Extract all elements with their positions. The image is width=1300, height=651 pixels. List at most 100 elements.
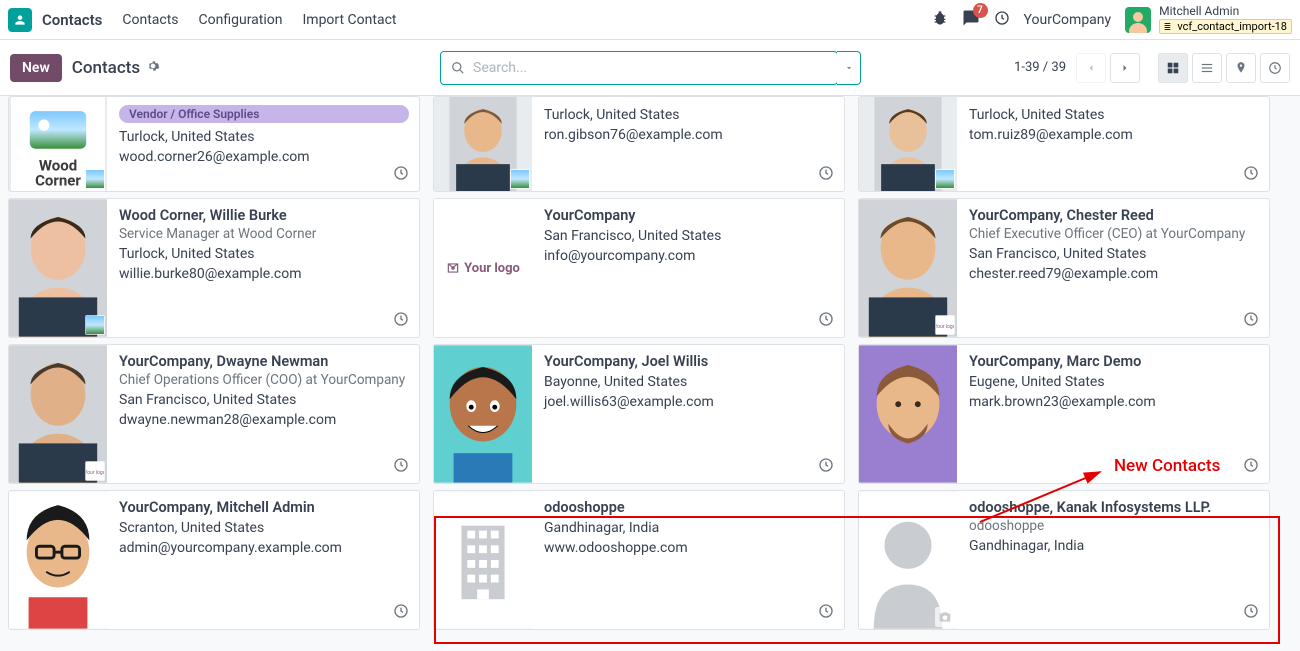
company-chip-icon: Your logo: [935, 315, 955, 335]
contact-email: admin@yourcompany.example.com: [119, 538, 409, 558]
user-name: Mitchell Admin: [1159, 5, 1292, 18]
contact-email: mark.brown23@example.com: [969, 392, 1259, 412]
nav-contacts[interactable]: Contacts: [122, 12, 178, 28]
contact-name: YourCompany, Dwayne Newman: [119, 353, 409, 370]
app-icon[interactable]: [8, 8, 32, 32]
gear-icon[interactable]: [146, 58, 160, 77]
contact-location: Turlock, United States: [969, 105, 1259, 125]
contact-email: joel.willis63@example.com: [544, 392, 834, 412]
contact-card[interactable]: Turlock, United Statestom.ruiz89@example…: [858, 96, 1270, 192]
activity-clock-icon[interactable]: [994, 10, 1010, 30]
search-dropdown-toggle[interactable]: [837, 51, 861, 85]
contact-location: Gandhinagar, India: [544, 518, 834, 538]
contact-card[interactable]: Your logo YourCompany, Dwayne Newman Chief…: [8, 344, 420, 484]
activity-clock-icon[interactable]: [818, 603, 834, 623]
company-chip-icon: [510, 169, 530, 189]
contact-location: Gandhinagar, India: [969, 536, 1259, 556]
contact-card[interactable]: Your logoYourCompanySan Francisco, Unite…: [433, 198, 845, 338]
contact-card[interactable]: odooshoppe Gandhinagar, Indiawww.odooshop…: [433, 490, 845, 630]
activity-clock-icon[interactable]: [393, 311, 409, 331]
activity-clock-icon[interactable]: [1243, 603, 1259, 623]
contact-card[interactable]: YourCompany, Joel Willis Bayonne, United …: [433, 344, 845, 484]
svg-text:Your logo: Your logo: [86, 470, 104, 476]
contact-card[interactable]: YourCompany, Mitchell Admin Scranton, Uni…: [8, 490, 420, 630]
contact-name: YourCompany: [544, 207, 834, 224]
company-chip-icon: [85, 315, 105, 335]
contact-email: chester.reed79@example.com: [969, 264, 1259, 284]
search-box[interactable]: [440, 51, 838, 85]
contact-avatar: Your logo: [9, 345, 107, 483]
contact-email: dwayne.newman28@example.com: [119, 410, 409, 430]
contact-email: willie.burke80@example.com: [119, 264, 409, 284]
contact-email: info@yourcompany.com: [544, 246, 834, 266]
top-nav: Contacts Contacts Configuration Import C…: [0, 0, 1300, 40]
user-db: ≣ vcf_contact_import-18: [1159, 19, 1292, 34]
company-chip-icon: [935, 169, 955, 189]
contact-avatar: [859, 345, 957, 483]
activity-clock-icon[interactable]: [393, 457, 409, 477]
contact-location: Bayonne, United States: [544, 372, 834, 392]
nav-configuration[interactable]: Configuration: [199, 12, 283, 28]
contact-avatar: WoodCorner: [9, 97, 107, 191]
activity-clock-icon[interactable]: [1243, 457, 1259, 477]
contact-avatar: Your logo: [434, 199, 532, 337]
contact-subtitle: Service Manager at Wood Corner: [119, 226, 409, 242]
nav-import-contact[interactable]: Import Contact: [302, 12, 396, 28]
contact-avatar: Your logo: [859, 199, 957, 337]
view-map[interactable]: [1226, 53, 1256, 83]
contact-avatar: [859, 97, 957, 191]
kanban-view: WoodCornerVendor / Office SuppliesTurloc…: [0, 96, 1300, 651]
contact-location: Scranton, United States: [119, 518, 409, 538]
chat-badge: 7: [973, 3, 988, 18]
company-switcher[interactable]: YourCompany: [1024, 12, 1112, 28]
view-activity[interactable]: [1260, 53, 1290, 83]
activity-clock-icon[interactable]: [818, 457, 834, 477]
company-chip-icon: Your logo: [85, 461, 105, 481]
view-list[interactable]: [1192, 53, 1222, 83]
chat-icon[interactable]: 7: [962, 9, 980, 31]
contact-card[interactable]: WoodCornerVendor / Office SuppliesTurloc…: [8, 96, 420, 192]
annotation-arrow: [970, 462, 1110, 532]
contact-avatar: [434, 491, 532, 629]
activity-clock-icon[interactable]: [393, 165, 409, 185]
contact-card[interactable]: Wood Corner, Willie Burke Service Manager…: [8, 198, 420, 338]
contact-name: YourCompany, Joel Willis: [544, 353, 834, 370]
activity-clock-icon[interactable]: [818, 311, 834, 331]
contact-name: odooshoppe: [544, 499, 834, 516]
contact-avatar: [9, 491, 107, 629]
contact-name: YourCompany, Marc Demo: [969, 353, 1259, 370]
search-input[interactable]: [473, 52, 827, 84]
user-menu[interactable]: Mitchell Admin ≣ vcf_contact_import-18: [1125, 5, 1292, 33]
contact-location: Turlock, United States: [119, 127, 409, 147]
view-kanban[interactable]: [1158, 53, 1188, 83]
contact-location: Turlock, United States: [119, 244, 409, 264]
contact-card[interactable]: Turlock, United Statesron.gibson76@examp…: [433, 96, 845, 192]
contact-location: San Francisco, United States: [969, 244, 1259, 264]
activity-clock-icon[interactable]: [1243, 311, 1259, 331]
contact-avatar: [9, 199, 107, 337]
contact-email: www.odooshoppe.com: [544, 538, 834, 558]
activity-clock-icon[interactable]: [393, 603, 409, 623]
contact-location: Turlock, United States: [544, 105, 834, 125]
app-name: Contacts: [42, 11, 102, 29]
pager-next[interactable]: [1110, 53, 1140, 83]
pager-prev[interactable]: [1076, 53, 1106, 83]
contact-name: YourCompany, Mitchell Admin: [119, 499, 409, 516]
contact-name: Wood Corner, Willie Burke: [119, 207, 409, 224]
company-chip-icon: [85, 169, 105, 189]
contact-subtitle: Chief Executive Officer (CEO) at YourCom…: [969, 226, 1259, 242]
contact-avatar: [434, 345, 532, 483]
contact-email: tom.ruiz89@example.com: [969, 125, 1259, 145]
contact-card[interactable]: Your logo YourCompany, Chester Reed Chief …: [858, 198, 1270, 338]
pager-text[interactable]: 1-39 / 39: [1014, 60, 1066, 75]
bug-icon[interactable]: [932, 10, 948, 30]
user-avatar: [1125, 7, 1151, 33]
new-button[interactable]: New: [10, 54, 62, 82]
activity-clock-icon[interactable]: [818, 165, 834, 185]
contact-location: San Francisco, United States: [119, 390, 409, 410]
control-panel: New Contacts 1-39 / 39: [0, 40, 1300, 96]
activity-clock-icon[interactable]: [1243, 165, 1259, 185]
contact-location: Eugene, United States: [969, 372, 1259, 392]
contact-subtitle: Chief Operations Officer (COO) at YourCo…: [119, 372, 409, 388]
contact-name: YourCompany, Chester Reed: [969, 207, 1259, 224]
